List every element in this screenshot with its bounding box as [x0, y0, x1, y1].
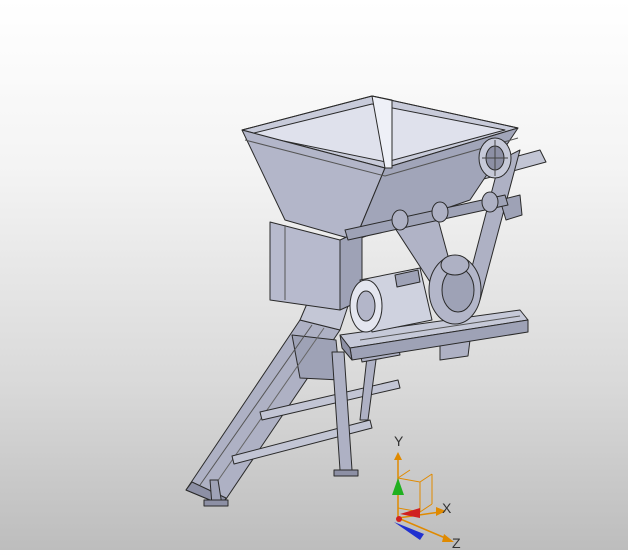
hopper	[241, 95, 519, 241]
triad-box	[397, 469, 433, 513]
hopper-feeder-model[interactable]	[185, 95, 547, 507]
pulley-wheel	[478, 137, 512, 179]
x-axis-label: X	[442, 500, 452, 516]
model-canvas[interactable]: Y X Z	[0, 0, 628, 551]
3d-viewport[interactable]: Y X Z	[0, 0, 628, 551]
axis-triad: Y X Z	[392, 433, 461, 551]
y-axis-label: Y	[394, 433, 404, 449]
y-arrowhead	[394, 452, 402, 460]
z-arrow-blue	[394, 522, 424, 540]
z-axis-label: Z	[452, 535, 461, 550]
y-arrow-green	[392, 478, 404, 495]
electric-motor	[349, 254, 482, 333]
triad-origin	[396, 516, 402, 522]
